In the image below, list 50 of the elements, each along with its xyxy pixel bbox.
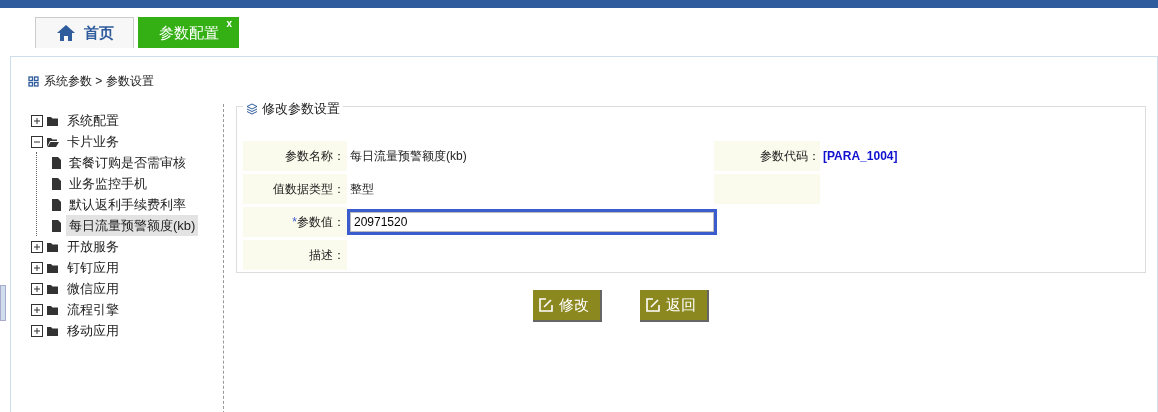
expand-icon[interactable] xyxy=(31,240,43,253)
collapse-handle[interactable] xyxy=(0,285,6,321)
folder-icon xyxy=(47,282,60,295)
folder-icon xyxy=(47,261,60,274)
expand-icon[interactable] xyxy=(31,324,43,337)
tree-item[interactable]: 每日流量预警额度(kb) xyxy=(66,214,199,237)
collapse-icon[interactable] xyxy=(31,135,43,148)
tree-item[interactable]: 流程引擎 xyxy=(64,298,122,321)
field-label: 参数名称： xyxy=(243,141,347,171)
tree-item[interactable]: 移动应用 xyxy=(64,319,122,342)
tree-item[interactable]: 套餐订购是否需审核 xyxy=(66,151,189,174)
document-icon xyxy=(51,156,62,169)
document-icon xyxy=(51,177,62,190)
expand-icon[interactable] xyxy=(31,114,43,127)
tree-item[interactable]: 开放服务 xyxy=(64,235,122,258)
expand-icon[interactable] xyxy=(31,282,43,295)
edit-icon xyxy=(646,298,660,312)
tree-item[interactable]: 默认返利手续费利率 xyxy=(66,193,189,216)
action-button[interactable]: 返回 xyxy=(640,290,709,322)
document-icon xyxy=(51,198,62,211)
tree-item[interactable]: 微信应用 xyxy=(64,277,122,300)
field-label: 描述： xyxy=(243,240,347,270)
breadcrumb: 系统参数 > 参数设置 xyxy=(44,73,154,90)
document-icon xyxy=(51,219,62,232)
tree-item[interactable]: 系统配置 xyxy=(64,109,122,132)
field-label: 值数据类型： xyxy=(243,174,347,204)
open-folder-icon xyxy=(47,135,60,148)
input-field[interactable]: 20971520 xyxy=(350,212,714,232)
tree-item[interactable]: 业务监控手机 xyxy=(66,172,150,195)
folder-icon xyxy=(47,240,60,253)
action-button[interactable]: 修改 xyxy=(533,290,602,322)
folder-icon xyxy=(47,114,60,127)
field-value: 整型 xyxy=(349,181,375,198)
grid-icon xyxy=(28,75,39,87)
field-value: [PARA_1004] xyxy=(822,148,898,165)
tree-item[interactable]: 钉钉应用 xyxy=(64,256,122,279)
field-label: 参数代码： xyxy=(714,141,820,171)
folder-icon xyxy=(47,324,60,337)
layers-icon xyxy=(246,102,258,115)
home-icon xyxy=(55,24,76,42)
folder-icon xyxy=(47,303,60,316)
required-mark: * xyxy=(292,214,297,231)
expand-icon[interactable] xyxy=(31,261,43,274)
tree-item[interactable]: 卡片业务 xyxy=(64,130,122,153)
tab[interactable]: 首页 xyxy=(35,17,134,48)
edit-icon xyxy=(539,298,553,312)
field-value: 每日流量预警额度(kb) xyxy=(349,148,468,165)
field-label-text: 参数值： xyxy=(297,214,345,231)
expand-icon[interactable] xyxy=(31,303,43,316)
section-title: 修改参数设置 xyxy=(262,100,340,118)
